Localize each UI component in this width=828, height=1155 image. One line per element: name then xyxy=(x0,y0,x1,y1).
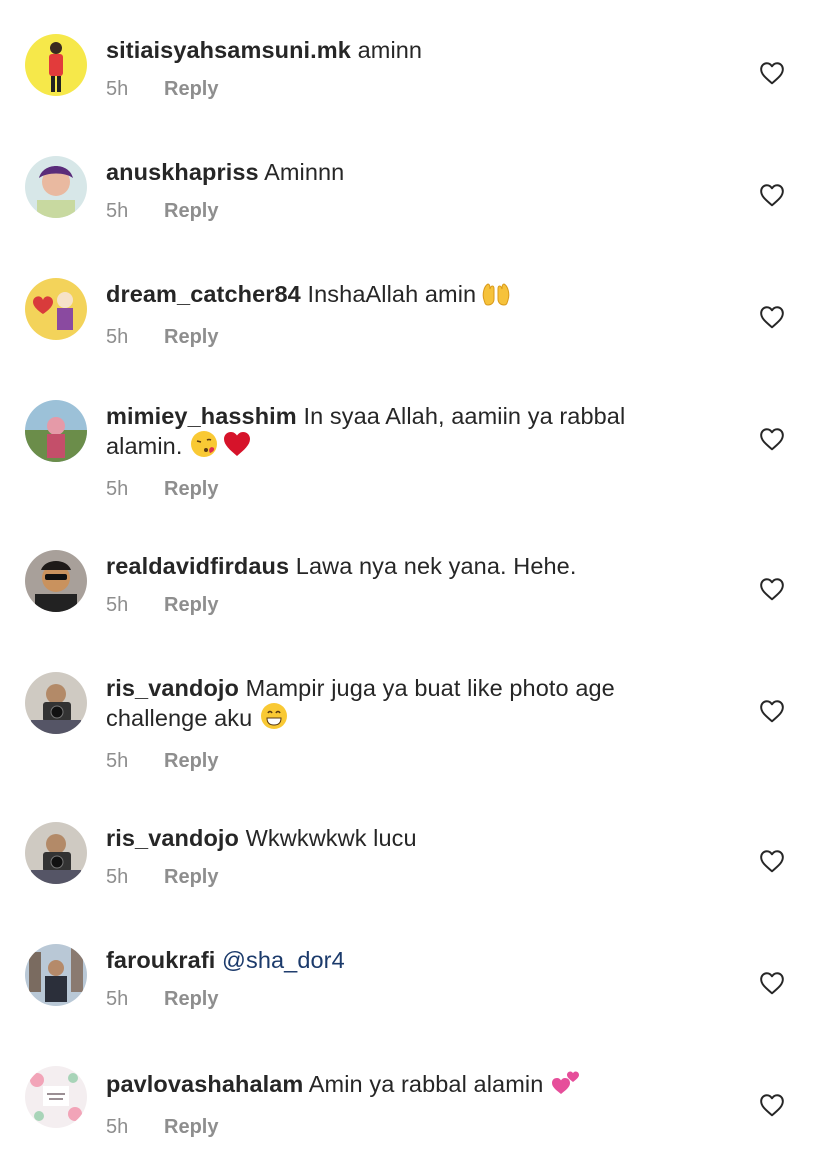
reply-button[interactable]: Reply xyxy=(164,1116,218,1138)
comment-username[interactable]: sitiaisyahsamsuni.mk xyxy=(106,37,351,63)
heart-outline-icon[interactable] xyxy=(759,1093,785,1117)
reply-button[interactable]: Reply xyxy=(164,988,218,1010)
comment-username[interactable]: mimiey_hasshim xyxy=(106,403,297,429)
comment-timestamp: 5h xyxy=(106,478,129,500)
comment-username[interactable]: anuskhapriss xyxy=(106,159,259,185)
comment-timestamp: 5h xyxy=(106,866,129,888)
comment-text: Aminnn xyxy=(264,159,345,185)
avatar[interactable] xyxy=(25,156,87,218)
avatar[interactable] xyxy=(25,944,87,1006)
heart-outline-icon[interactable] xyxy=(759,305,785,329)
reply-button[interactable]: Reply xyxy=(164,750,218,772)
comment-username[interactable]: ris_vandojo xyxy=(106,675,239,701)
reply-button[interactable]: Reply xyxy=(164,200,218,222)
raised-hands-emoji xyxy=(480,280,512,312)
comment-text: aminn xyxy=(357,37,423,63)
avatar[interactable] xyxy=(25,672,87,734)
avatar[interactable] xyxy=(25,278,87,340)
comment-timestamp: 5h xyxy=(106,988,129,1010)
heart-outline-icon[interactable] xyxy=(759,183,785,207)
mention-link[interactable]: @sha_dor4 xyxy=(222,947,345,973)
avatar[interactable] xyxy=(25,34,87,96)
reply-button[interactable]: Reply xyxy=(164,478,218,500)
reply-button[interactable]: Reply xyxy=(164,594,218,616)
avatar[interactable] xyxy=(25,550,87,612)
comment-text: Lawa nya nek yana. Hehe. xyxy=(295,553,577,579)
comment-username[interactable]: ris_vandojo xyxy=(106,825,239,851)
comment-timestamp: 5h xyxy=(106,1116,129,1138)
heart-outline-icon[interactable] xyxy=(759,699,785,723)
reply-button[interactable]: Reply xyxy=(164,78,218,100)
comment-username[interactable]: faroukrafi xyxy=(106,947,215,973)
reply-button[interactable]: Reply xyxy=(164,326,218,348)
kiss-face-emoji xyxy=(190,430,218,464)
avatar[interactable] xyxy=(25,822,87,884)
grinning-face-emoji xyxy=(260,702,288,736)
comment-username[interactable]: realdavidfirdaus xyxy=(106,553,289,579)
comment-username[interactable]: pavlovashahalam xyxy=(106,1071,303,1097)
heart-outline-icon[interactable] xyxy=(759,577,785,601)
comment-timestamp: 5h xyxy=(106,594,129,616)
heart-outline-icon[interactable] xyxy=(759,849,785,873)
comment-timestamp: 5h xyxy=(106,78,129,100)
avatar[interactable] xyxy=(25,1066,87,1128)
red-heart-emoji xyxy=(222,430,252,464)
two-hearts-emoji xyxy=(551,1068,581,1102)
comment-text: InshaAllah amin xyxy=(307,281,477,307)
heart-outline-icon[interactable] xyxy=(759,427,785,451)
avatar[interactable] xyxy=(25,400,87,462)
comment-text: Amin ya rabbal alamin xyxy=(308,1071,544,1097)
comment-timestamp: 5h xyxy=(106,200,129,222)
comment-text: Wkwkwkwk lucu xyxy=(245,825,417,851)
comment-username[interactable]: dream_catcher84 xyxy=(106,281,301,307)
heart-outline-icon[interactable] xyxy=(759,971,785,995)
reply-button[interactable]: Reply xyxy=(164,866,218,888)
comment-timestamp: 5h xyxy=(106,750,129,772)
heart-outline-icon[interactable] xyxy=(759,61,785,85)
comment-timestamp: 5h xyxy=(106,326,129,348)
